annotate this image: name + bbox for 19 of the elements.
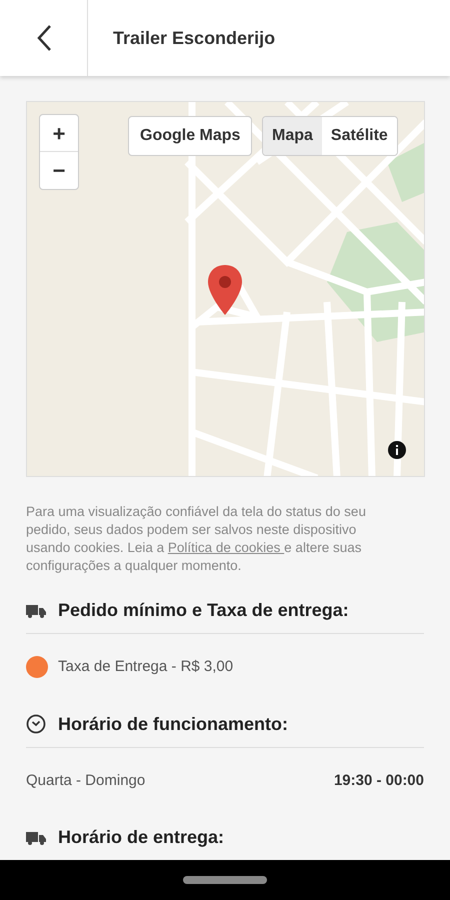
location-pin-icon bbox=[207, 263, 243, 317]
section-heading: Horário de funcionamento: bbox=[58, 712, 288, 736]
days-label: Quarta - Domingo bbox=[26, 770, 146, 790]
zoom-in-button[interactable]: + bbox=[40, 115, 78, 152]
truck-icon bbox=[26, 830, 46, 844]
back-icon bbox=[36, 24, 52, 52]
map-type-tab[interactable]: Mapa bbox=[263, 117, 322, 155]
info-icon[interactable] bbox=[387, 440, 407, 460]
home-indicator[interactable] bbox=[183, 876, 267, 884]
hours-value: 19:30 - 00:00 bbox=[334, 770, 424, 790]
zoom-out-button[interactable]: − bbox=[40, 152, 78, 189]
page-title: Trailer Esconderijo bbox=[113, 26, 276, 50]
clock-icon bbox=[26, 714, 46, 734]
truck-icon bbox=[26, 604, 46, 618]
section-heading: Horário de entrega: bbox=[58, 826, 224, 849]
fee-label: Taxa de Entrega - R$ 3,00 bbox=[58, 657, 234, 677]
cookie-notice: Para uma visualização confiável da tela do status do seu pedido, seus dados podem ser salvos neste dispositivo usando cookies. Leia a Política de cookies e altere suas configurações a qualquer momento. bbox=[26, 503, 367, 575]
google-maps-button[interactable]: Google Maps bbox=[128, 116, 252, 156]
section-heading: Pedido mínimo e Taxa de entrega: bbox=[58, 599, 349, 622]
